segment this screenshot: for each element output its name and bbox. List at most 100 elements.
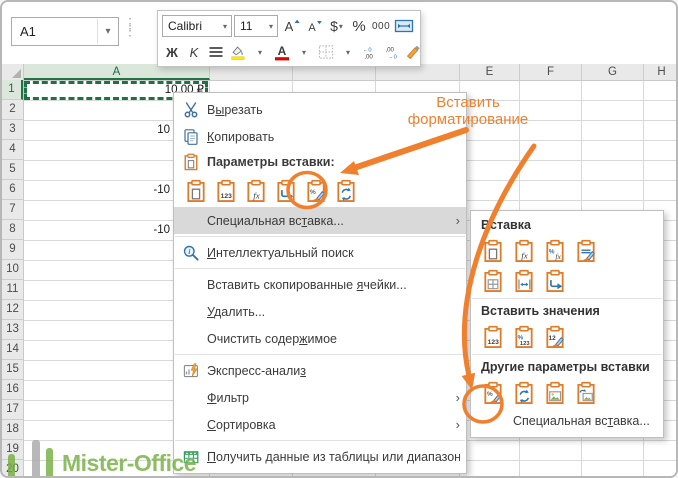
row-header-14[interactable]: 14 — [2, 340, 23, 360]
menu-separator — [175, 236, 465, 237]
decrease-font-size-button[interactable]: A — [304, 15, 325, 37]
name-box[interactable]: A1 ▾ — [11, 17, 119, 46]
cell-A8[interactable]: -10 — [24, 222, 170, 240]
submenu-section-title: Другие параметры вставки — [471, 357, 663, 378]
comma-style-button[interactable]: 000 — [371, 15, 391, 37]
menu-item-label: Удалить... — [202, 305, 460, 319]
paste-option-formatting-icon[interactable]: % — [304, 179, 328, 203]
row-header-3[interactable]: 3 — [2, 120, 23, 140]
paste-option-grid-icon[interactable] — [481, 269, 505, 293]
row-header-20[interactable]: 20 — [2, 460, 23, 478]
formula-bar-splitter-icon[interactable]: ⋮⋮ — [123, 20, 137, 34]
percent-style-button[interactable]: % — [349, 15, 369, 37]
menu-item-специальная-[interactable]: Специальная вставка...› — [174, 207, 466, 234]
svg-text:←0: ←0 — [363, 47, 372, 53]
column-header-E[interactable]: E — [460, 64, 520, 80]
paste-option-linked-picture-icon[interactable] — [574, 381, 598, 405]
row-header-12[interactable]: 12 — [2, 300, 23, 320]
paste-option-values-icon[interactable]: 123 — [214, 179, 238, 203]
row-header-5[interactable]: 5 — [2, 160, 23, 180]
menu-item-table[interactable]: Получить данные из таблицы или диапазона… — [174, 443, 466, 470]
row-header-10[interactable]: 10 — [2, 260, 23, 280]
increase-font-size-button[interactable]: A — [280, 15, 302, 37]
accounting-format-button[interactable]: $▾ — [327, 15, 347, 37]
increase-decimal-button[interactable]: ←0,00 — [360, 41, 380, 63]
menu-item-фильтр[interactable]: Фильтр› — [174, 384, 466, 411]
row-header-11[interactable]: 11 — [2, 280, 23, 300]
paste-option-transpose-icon[interactable] — [543, 269, 567, 293]
row-header-9[interactable]: 9 — [2, 240, 23, 260]
menu-separator — [175, 268, 465, 269]
merge-center-button[interactable] — [393, 15, 415, 37]
paste-option-formulas-icon[interactable]: fx — [512, 239, 536, 263]
paste-option-values-icon[interactable]: 123 — [481, 325, 505, 349]
menu-item-copy[interactable]: Копировать — [174, 123, 466, 150]
paste-option-keep-source-formatting-icon[interactable] — [574, 239, 598, 263]
cell-A3[interactable]: 10 — [24, 122, 170, 140]
column-header-G[interactable]: G — [582, 64, 644, 80]
font-color-button[interactable]: A — [272, 41, 292, 63]
submenu-icon-row: % — [471, 378, 663, 408]
font-size-combo[interactable]: 11▾ — [234, 15, 278, 37]
menu-item-label: Интеллектуальный поиск — [202, 246, 460, 260]
menu-item-сортировка[interactable]: Сортировка› — [174, 411, 466, 438]
column-header-F[interactable]: F — [520, 64, 582, 80]
paste-option-values-formatting-icon[interactable]: 12 — [543, 325, 567, 349]
menu-item-очистить-сод[interactable]: Очистить содержимое — [174, 325, 466, 352]
menu-item-clipboard[interactable]: Параметры вставки: — [174, 150, 466, 174]
row-header-1[interactable]: 1 — [2, 80, 23, 100]
submenu-icon-row: 123%12312 — [471, 322, 663, 352]
paste-option-transpose-icon[interactable] — [274, 179, 298, 203]
row-header-18[interactable]: 18 — [2, 420, 23, 440]
menu-item-paste-special[interactable]: Специальная вставка... — [471, 408, 663, 434]
fill-color-dropdown-icon[interactable]: ▾ — [250, 41, 270, 63]
row-header-19[interactable]: 19 — [2, 440, 23, 460]
borders-button[interactable] — [316, 41, 336, 63]
svg-text:123: 123 — [520, 341, 530, 347]
italic-button[interactable]: K — [184, 41, 204, 63]
menu-item-quick-analysis[interactable]: Экспресс-анализ — [174, 357, 466, 384]
align-center-button[interactable] — [206, 41, 226, 63]
row-header-8[interactable]: 8 — [2, 220, 23, 240]
column-header-H[interactable]: H — [644, 64, 678, 80]
paste-option-picture-icon[interactable] — [543, 381, 567, 405]
row-header-13[interactable]: 13 — [2, 320, 23, 340]
font-name-combo[interactable]: Calibri▾ — [162, 15, 232, 37]
search-icon: i — [180, 244, 202, 262]
decrease-decimal-button[interactable]: ,00→0 — [382, 41, 402, 63]
row-header-16[interactable]: 16 — [2, 380, 23, 400]
menu-item-scissors[interactable]: Вырезать — [174, 96, 466, 123]
excel-window: A1 ▾ ⋮⋮ AEFGH 12345678910111213141516171… — [0, 0, 678, 478]
row-header-2[interactable]: 2 — [2, 100, 23, 120]
paste-option-formulas-icon[interactable]: fx — [244, 179, 268, 203]
row-header-7[interactable]: 7 — [2, 200, 23, 220]
bold-button[interactable]: Ж — [162, 41, 182, 63]
fill-color-button[interactable] — [228, 41, 248, 63]
row-header-15[interactable]: 15 — [2, 360, 23, 380]
name-box-dropdown-icon[interactable]: ▾ — [97, 19, 118, 44]
paste-option-formatting-icon[interactable]: % — [481, 381, 505, 405]
borders-dropdown-icon[interactable]: ▾ — [338, 41, 358, 63]
svg-text:%: % — [549, 249, 555, 256]
paste-option-link-icon[interactable] — [334, 179, 358, 203]
paste-option-paste-icon[interactable] — [184, 179, 208, 203]
paste-option-column-width-icon[interactable] — [512, 269, 536, 293]
paste-options-row: 123 fx% — [174, 174, 466, 207]
submenu-arrow-icon: › — [448, 390, 460, 405]
row-header-4[interactable]: 4 — [2, 140, 23, 160]
paste-option-paste-icon[interactable] — [481, 239, 505, 263]
menu-item-search[interactable]: iИнтеллектуальный поиск — [174, 239, 466, 266]
scissors-icon — [180, 101, 202, 119]
paste-option-values-number-formatting-icon[interactable]: %123 — [512, 325, 536, 349]
cell-A6[interactable]: -10 — [24, 182, 170, 200]
svg-text:fx: fx — [253, 190, 259, 200]
row-header-6[interactable]: 6 — [2, 180, 23, 200]
menu-item-вставить-ско[interactable]: Вставить скопированные ячейки... — [174, 271, 466, 298]
paste-option-formulas-number-formatting-icon[interactable]: %fx — [543, 239, 567, 263]
row-header-17[interactable]: 17 — [2, 400, 23, 420]
paste-option-link-icon[interactable] — [512, 381, 536, 405]
font-color-dropdown-icon[interactable]: ▾ — [294, 41, 314, 63]
menu-item-удалить-[interactable]: Удалить... — [174, 298, 466, 325]
format-painter-button[interactable] — [404, 41, 424, 63]
select-all-corner[interactable] — [2, 64, 24, 81]
